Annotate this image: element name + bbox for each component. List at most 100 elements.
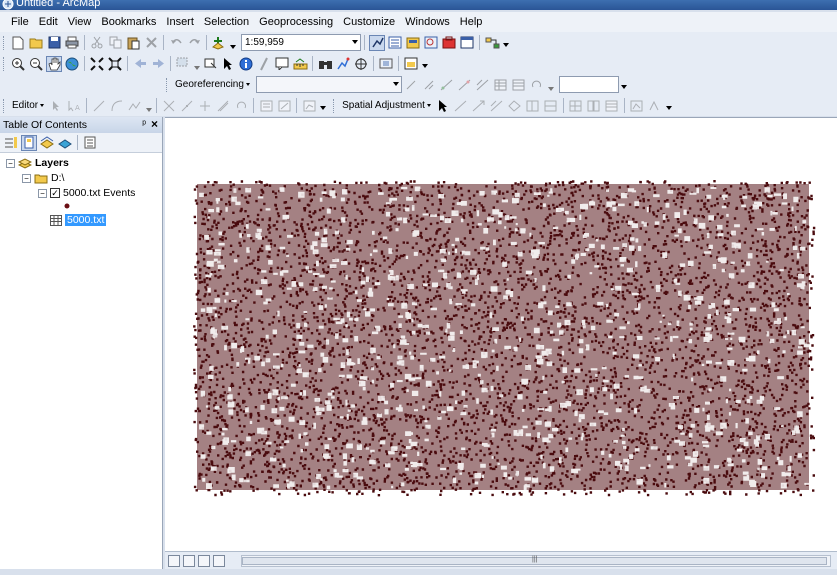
toolbar-options-chevron[interactable] bbox=[503, 37, 510, 49]
toolbar-grip[interactable] bbox=[3, 56, 6, 71]
create-features-icon[interactable] bbox=[301, 98, 317, 114]
pause-drawing-button[interactable] bbox=[213, 554, 225, 567]
toolbar-grip[interactable] bbox=[333, 98, 336, 113]
html-popup-icon[interactable] bbox=[274, 56, 290, 72]
measure-icon[interactable] bbox=[292, 56, 308, 72]
menu-edit[interactable]: Edit bbox=[34, 12, 63, 32]
edit-vertices-icon[interactable] bbox=[179, 98, 195, 114]
tree-node-table[interactable]: 5000.txt bbox=[50, 213, 107, 227]
layer-visibility-checkbox[interactable]: ✓ bbox=[50, 188, 60, 198]
shift-icon[interactable] bbox=[421, 77, 437, 93]
chevron-down-icon[interactable] bbox=[392, 82, 399, 86]
arctoolbox-icon[interactable] bbox=[441, 35, 457, 51]
tree-node-layers[interactable]: − Layers bbox=[6, 156, 69, 170]
select-elements-arrow-icon[interactable] bbox=[220, 56, 236, 72]
forward-extent-icon[interactable] bbox=[150, 56, 166, 72]
layout-view-button[interactable] bbox=[183, 554, 195, 567]
new-identity-link-icon[interactable] bbox=[507, 98, 523, 114]
collapse-toggle[interactable]: − bbox=[6, 158, 15, 168]
rotate-icon[interactable] bbox=[403, 77, 419, 93]
menu-insert[interactable]: Insert bbox=[161, 12, 199, 32]
collapse-toggle[interactable]: − bbox=[22, 173, 31, 183]
fixed-zoom-out-icon[interactable] bbox=[107, 56, 123, 72]
select-dropdown-arrow[interactable] bbox=[194, 58, 201, 70]
editor-toolbar-icon[interactable] bbox=[369, 34, 385, 51]
auto-registration-icon[interactable] bbox=[457, 77, 473, 93]
open-folder-icon[interactable] bbox=[28, 35, 44, 51]
tree-node-folder[interactable]: − D:\ bbox=[22, 171, 64, 185]
sketch-properties-icon[interactable] bbox=[276, 98, 292, 114]
menu-file[interactable]: File bbox=[6, 12, 34, 32]
find-route-icon[interactable] bbox=[335, 56, 351, 72]
full-extent-globe-icon[interactable] bbox=[64, 56, 80, 72]
reshape-icon[interactable] bbox=[197, 98, 213, 114]
edit-annotation-icon[interactable]: A bbox=[66, 98, 82, 114]
rotate-dropdown-arrow[interactable] bbox=[547, 79, 555, 91]
hyperlink-icon[interactable] bbox=[256, 56, 272, 72]
tree-node-symbol[interactable] bbox=[64, 199, 70, 213]
undo-icon[interactable] bbox=[168, 35, 184, 51]
modify-link-icon[interactable] bbox=[471, 98, 487, 114]
copy-icon[interactable] bbox=[107, 35, 123, 51]
new-document-icon[interactable] bbox=[10, 35, 26, 51]
cut-icon[interactable] bbox=[89, 35, 105, 51]
zoom-out-icon[interactable] bbox=[28, 56, 44, 72]
data-view-button[interactable] bbox=[168, 554, 180, 567]
add-data-dropdown-arrow[interactable] bbox=[230, 37, 237, 49]
toolbar-options-chevron[interactable] bbox=[620, 79, 628, 91]
fixed-zoom-in-icon[interactable] bbox=[89, 56, 105, 72]
horizontal-scrollbar[interactable]: ||| bbox=[241, 555, 831, 567]
identify-icon[interactable] bbox=[238, 56, 254, 72]
trace-icon[interactable] bbox=[127, 98, 143, 114]
viewer-icon[interactable] bbox=[475, 77, 491, 93]
edit-tool-icon[interactable] bbox=[48, 98, 64, 114]
toolbar-grip[interactable] bbox=[3, 98, 6, 113]
split-tool-icon[interactable] bbox=[161, 98, 177, 114]
python-window-icon[interactable] bbox=[459, 35, 475, 51]
close-icon[interactable]: × bbox=[151, 117, 158, 131]
multi-displacement-links-icon[interactable] bbox=[489, 98, 505, 114]
time-slider-icon[interactable] bbox=[378, 56, 394, 72]
attributes-icon[interactable] bbox=[258, 98, 274, 114]
table-icon[interactable] bbox=[511, 77, 527, 93]
menu-customize[interactable]: Customize bbox=[338, 12, 400, 32]
toolbar-options-chevron[interactable] bbox=[320, 100, 327, 112]
pin-icon[interactable]: ᵖ bbox=[142, 119, 146, 130]
toc-options-icon[interactable] bbox=[82, 135, 98, 151]
select-elements-arrow-icon[interactable] bbox=[435, 98, 451, 114]
create-viewer-window-icon[interactable] bbox=[403, 56, 419, 72]
clear-limited-adjustment-area-icon[interactable] bbox=[543, 98, 559, 114]
edge-match-icon[interactable] bbox=[568, 98, 584, 114]
table-of-contents-icon[interactable] bbox=[387, 35, 403, 51]
back-extent-icon[interactable] bbox=[132, 56, 148, 72]
view-links-table-icon[interactable] bbox=[604, 98, 620, 114]
list-by-visibility-icon[interactable] bbox=[39, 135, 55, 151]
print-icon[interactable] bbox=[64, 35, 80, 51]
collapse-toggle[interactable]: − bbox=[38, 188, 47, 198]
redo-icon[interactable] bbox=[186, 35, 202, 51]
delete-icon[interactable] bbox=[143, 35, 159, 51]
menu-windows[interactable]: Windows bbox=[400, 12, 455, 32]
find-binoculars-icon[interactable] bbox=[317, 56, 333, 72]
spatial-adjustment-menu-button[interactable]: Spatial Adjustment bbox=[339, 97, 434, 114]
model-builder-icon[interactable] bbox=[484, 35, 500, 51]
rotate-edit-icon[interactable] bbox=[233, 98, 249, 114]
rotate-view-icon[interactable] bbox=[529, 77, 545, 93]
end-point-arc-icon[interactable] bbox=[109, 98, 125, 114]
paste-icon[interactable] bbox=[125, 35, 141, 51]
map-scale-combobox[interactable]: 1:59,959 bbox=[241, 34, 361, 51]
construction-tools-dropdown-arrow[interactable] bbox=[146, 100, 153, 112]
zoom-in-icon[interactable] bbox=[10, 56, 26, 72]
adjustment-preview-icon[interactable] bbox=[629, 98, 645, 114]
clear-selection-icon[interactable] bbox=[202, 56, 218, 72]
select-by-rectangle-icon[interactable] bbox=[175, 56, 191, 72]
save-icon[interactable] bbox=[46, 35, 62, 51]
menu-bookmarks[interactable]: Bookmarks bbox=[96, 12, 161, 32]
toolbar-grip[interactable] bbox=[3, 35, 6, 50]
menu-selection[interactable]: Selection bbox=[199, 12, 254, 32]
attribute-transfer-icon[interactable] bbox=[586, 98, 602, 114]
list-by-source-icon[interactable] bbox=[21, 134, 37, 151]
adjust-icon[interactable] bbox=[647, 98, 663, 114]
editor-menu-button[interactable]: Editor bbox=[9, 97, 47, 114]
map-canvas[interactable] bbox=[165, 118, 837, 552]
